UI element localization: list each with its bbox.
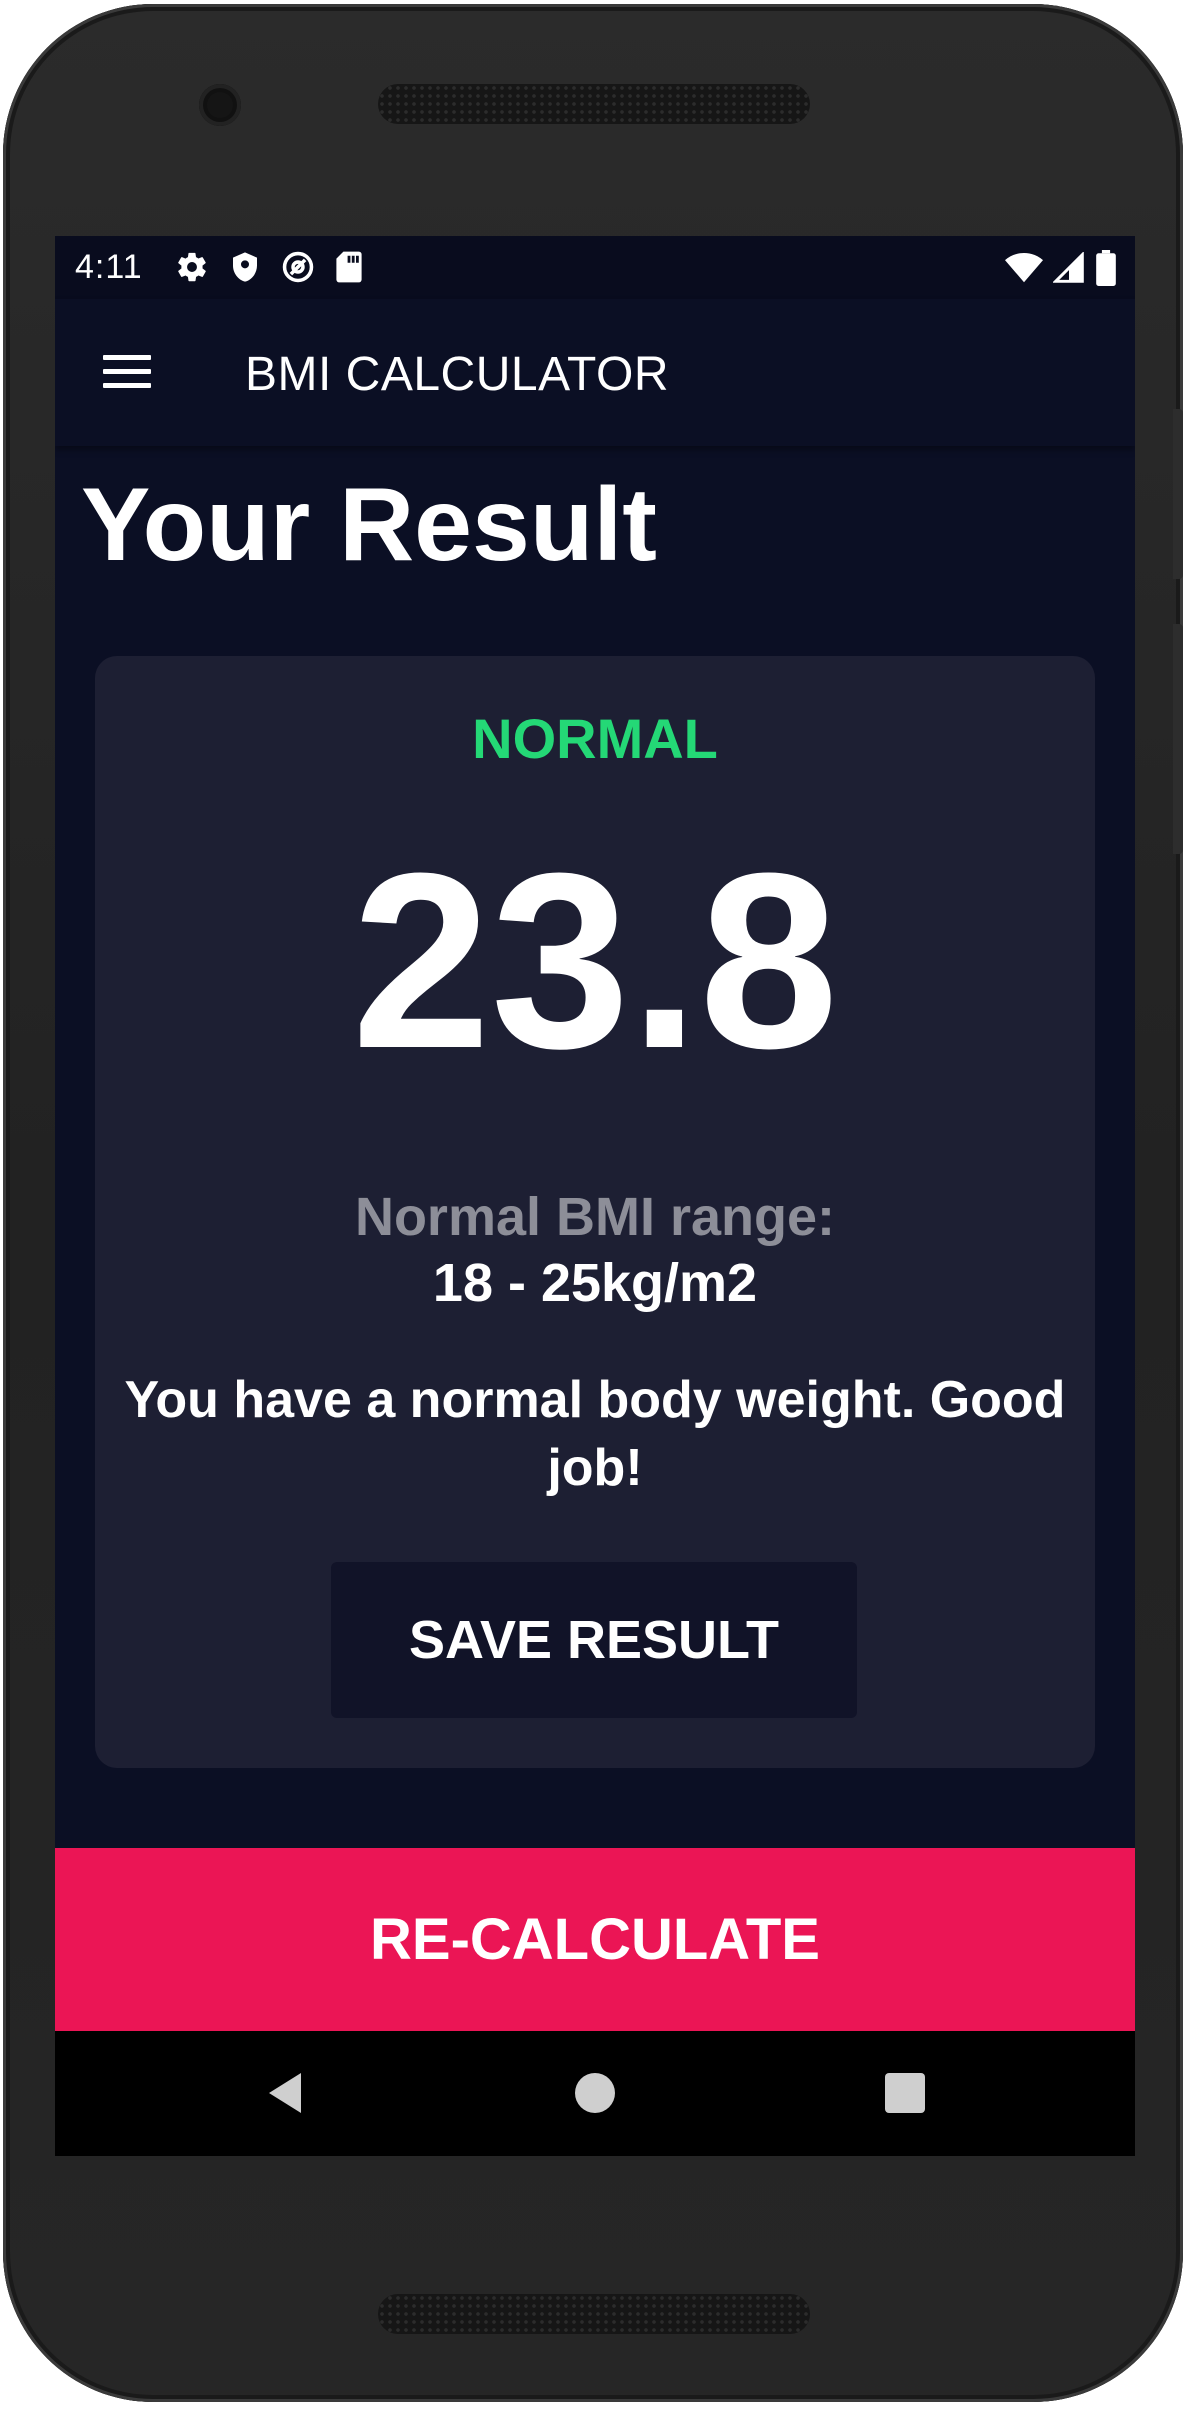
app-title: BMI CALCULATOR bbox=[245, 348, 669, 401]
battery-icon bbox=[1095, 250, 1117, 286]
power-button bbox=[1173, 409, 1183, 579]
status-time: 4:11 bbox=[75, 248, 143, 286]
result-card: NORMAL 23.8 Normal BMI range: 18 - 25kg/… bbox=[95, 656, 1095, 1768]
status-icons-right bbox=[1005, 250, 1117, 286]
page-title: Your Result bbox=[81, 467, 657, 583]
shield-icon bbox=[229, 250, 261, 284]
sd-card-icon bbox=[335, 250, 363, 284]
bmi-range-label: Normal BMI range: bbox=[354, 1187, 836, 1247]
home-icon[interactable] bbox=[565, 2063, 625, 2123]
status-icons-left bbox=[175, 250, 363, 284]
status-bar: 4:11 bbox=[55, 236, 1135, 299]
navigation-bar bbox=[55, 2031, 1135, 2156]
app-bar: BMI CALCULATOR bbox=[55, 299, 1135, 446]
back-icon[interactable] bbox=[255, 2063, 315, 2123]
recalculate-button[interactable]: RE-CALCULATE bbox=[55, 1848, 1135, 2031]
bmi-interpretation: You have a normal body weight. Good job! bbox=[124, 1371, 1066, 1497]
screen: 4:11 BMI CALCULATOR Your Result NORMAL 2… bbox=[55, 236, 1135, 2156]
recents-icon[interactable] bbox=[875, 2063, 935, 2123]
earpiece-speaker bbox=[378, 84, 810, 124]
bottom-speaker bbox=[378, 2294, 810, 2334]
at-sign-icon bbox=[281, 250, 315, 284]
front-camera bbox=[199, 84, 241, 126]
gear-icon bbox=[175, 250, 209, 284]
volume-button bbox=[1173, 624, 1183, 854]
bmi-range-value: 18 - 25kg/m2 bbox=[432, 1253, 758, 1313]
save-result-button[interactable]: SAVE RESULT bbox=[331, 1562, 857, 1718]
phone-frame: 4:11 BMI CALCULATOR Your Result NORMAL 2… bbox=[3, 4, 1183, 2402]
wifi-icon bbox=[1005, 252, 1043, 284]
bmi-value: 23.8 bbox=[351, 821, 839, 1100]
menu-icon[interactable] bbox=[103, 355, 151, 391]
signal-icon bbox=[1053, 252, 1085, 284]
bmi-status: NORMAL bbox=[472, 707, 718, 770]
